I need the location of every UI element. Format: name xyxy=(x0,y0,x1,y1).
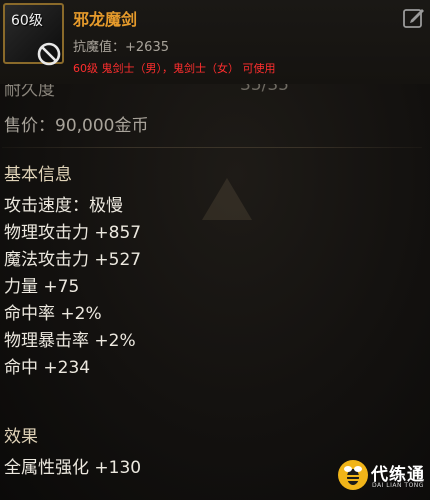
sell-price: 售价：90,000金币 xyxy=(4,116,149,136)
stat-attack-speed: 攻击速度：极慢 xyxy=(4,196,123,216)
item-tooltip: 60级 邪龙魔剑 抗魔值：+2635 60级 鬼剑士（男），鬼剑士（女） 可使用… xyxy=(0,0,430,500)
item-icon-slot[interactable]: 60级 xyxy=(3,3,64,66)
cut-off-durability-line: 耐久度 35/35 xyxy=(0,84,430,98)
item-level-tag: 60级 xyxy=(11,13,43,29)
no-entry-icon xyxy=(37,42,61,66)
section-divider xyxy=(2,147,422,148)
resist-line: 抗魔值：+2635 xyxy=(73,36,169,55)
resist-label: 抗魔值： xyxy=(73,40,126,55)
logo-subtext: DAI LIAN TONG xyxy=(372,482,424,489)
resist-value: +2635 xyxy=(125,40,169,55)
stat-physical-attack: 物理攻击力 +857 xyxy=(4,223,142,243)
class-requirement: 60级 鬼剑士（男），鬼剑士（女） 可使用 xyxy=(73,62,276,75)
stat-hit: 命中 +234 xyxy=(4,358,91,378)
basic-info-title: 基本信息 xyxy=(4,165,72,185)
watermark-logo: 代练通 DAI LIAN TONG xyxy=(338,458,428,496)
item-name: 邪龙魔剑 xyxy=(73,10,138,29)
stat-magic-attack: 魔法攻击力 +527 xyxy=(4,250,142,270)
item-header: 60级 邪龙魔剑 抗魔值：+2635 60级 鬼剑士（男），鬼剑士（女） 可使用 xyxy=(0,0,430,84)
stat-all-element: 全属性强化 +130 xyxy=(4,458,142,478)
stat-physical-crit: 物理暴击率 +2% xyxy=(4,331,136,351)
durability-value: 35/35 xyxy=(240,84,289,95)
stat-hit-rate: 命中率 +2% xyxy=(4,304,102,324)
bee-logo-icon xyxy=(338,460,368,490)
durability-label: 耐久度 xyxy=(4,84,55,98)
edit-icon[interactable] xyxy=(402,5,426,29)
effects-title: 效果 xyxy=(4,427,38,447)
stat-strength: 力量 +75 xyxy=(4,277,80,297)
emblem-watermark-icon xyxy=(202,178,252,220)
